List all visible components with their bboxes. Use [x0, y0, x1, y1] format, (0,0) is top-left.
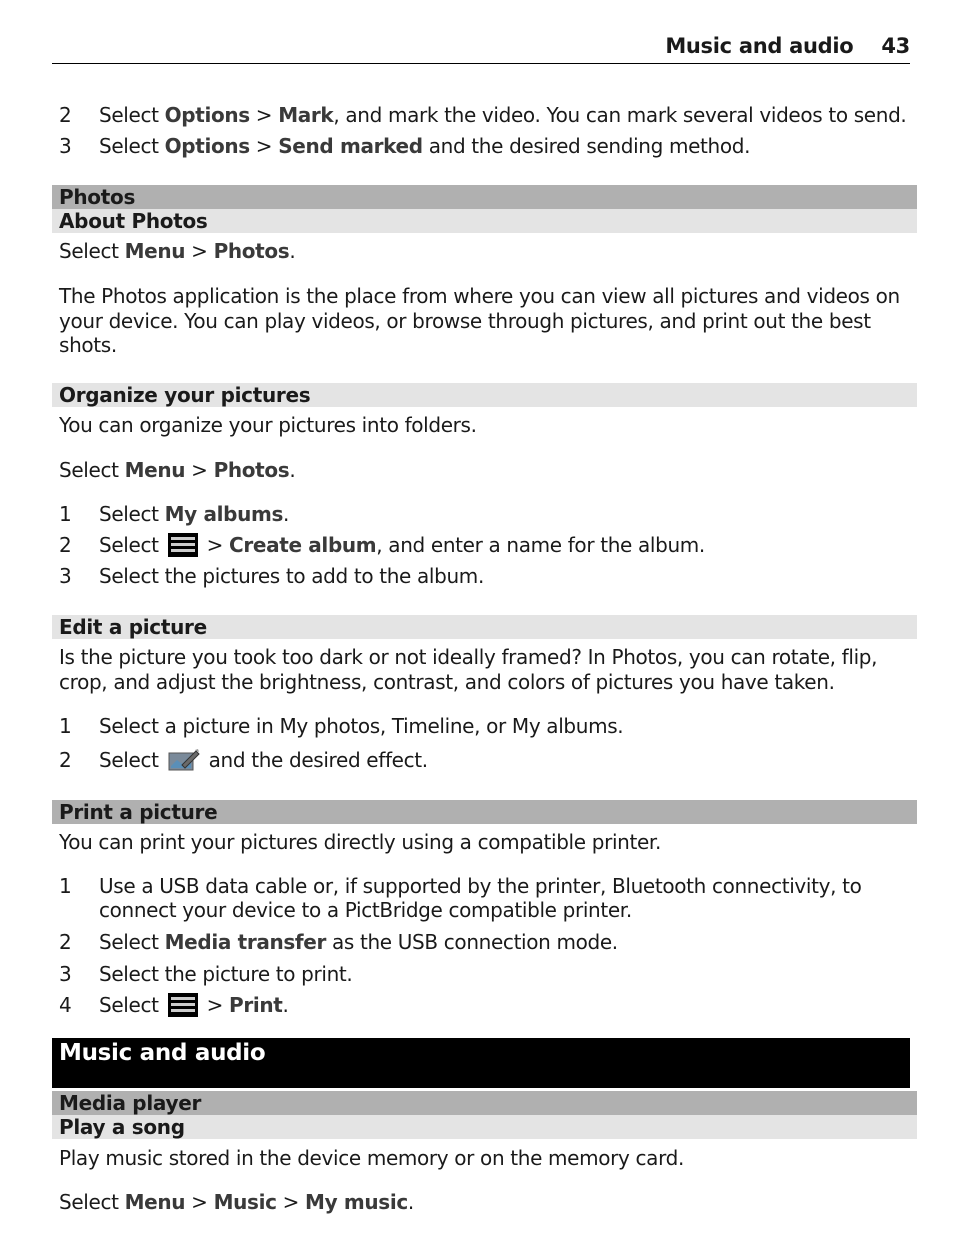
- separator: >: [185, 239, 214, 263]
- ui-term: Send marked: [278, 134, 423, 158]
- step-item: 4 Select > Print.: [52, 993, 910, 1017]
- step-number: 3: [59, 134, 72, 158]
- text: Select: [99, 134, 165, 158]
- step-number: 2: [59, 533, 72, 557]
- step-number: 2: [59, 103, 72, 127]
- step-text: Select Options > Mark, and mark the vide…: [99, 103, 910, 127]
- text: and the desired sending method.: [422, 134, 751, 158]
- subsection-heading-play-a-song: Play a song: [52, 1115, 917, 1139]
- text: .: [289, 458, 296, 482]
- header-rule: [52, 63, 910, 64]
- edit-intro: Is the picture you took too dark or not …: [59, 645, 878, 694]
- step-text: Select the pictures to add to the album.: [99, 564, 484, 588]
- separator: >: [185, 458, 214, 482]
- ui-term: My music: [305, 1190, 408, 1214]
- text: Select: [59, 458, 125, 482]
- organize-intro: You can organize your pictures into fold…: [59, 413, 477, 437]
- step-item: 2 Select Options > Mark, and mark the vi…: [52, 103, 910, 127]
- select-path: Select Menu > Photos.: [52, 458, 917, 483]
- step-item: 2 Select Media transfer as the USB conne…: [52, 930, 910, 954]
- text: .: [283, 502, 290, 526]
- page-number: 43: [881, 34, 910, 58]
- ui-term: Photos: [213, 239, 290, 263]
- running-header: Music and audio 43: [665, 34, 910, 58]
- text: Select: [99, 103, 165, 127]
- step-text: Select > Print.: [99, 993, 910, 1017]
- text: , and enter a name for the album.: [376, 533, 705, 557]
- step-number: 1: [59, 874, 72, 898]
- step-number: 3: [59, 962, 72, 986]
- step-text: Use a USB data cable or, if supported by…: [99, 874, 862, 922]
- chapter-heading-music-and-audio: Music and audio: [52, 1038, 910, 1088]
- step-number: 3: [59, 564, 72, 588]
- section-heading-media-player: Media player: [52, 1091, 917, 1115]
- text: .: [407, 1190, 414, 1214]
- step-text: Select and the desired effect.: [99, 748, 910, 772]
- separator: >: [249, 103, 279, 127]
- text: .: [289, 239, 296, 263]
- about-photos-description: The Photos application is the place from…: [59, 284, 900, 357]
- options-menu-icon: [167, 993, 198, 1017]
- step-item: 1 Select My albums.: [52, 502, 910, 526]
- step-item: 3 Select the picture to print.: [52, 962, 910, 986]
- ui-term: Options: [164, 103, 251, 127]
- text: Select: [99, 533, 165, 557]
- step-text: Select the picture to print.: [99, 962, 353, 986]
- subsection-heading-about-photos: About Photos: [52, 209, 917, 233]
- step-number: 2: [59, 748, 72, 772]
- separator: >: [249, 134, 279, 158]
- ui-term: Menu: [124, 458, 186, 482]
- text: .: [282, 993, 289, 1017]
- step-item: 1 Select a picture in My photos, Timelin…: [52, 714, 910, 738]
- text: , and mark the video. You can mark sever…: [333, 103, 907, 127]
- text: Select: [59, 1190, 125, 1214]
- step-number: 2: [59, 930, 72, 954]
- subsection-heading-organize: Organize your pictures: [52, 383, 917, 407]
- ui-term: Print: [229, 993, 283, 1017]
- step-item: 2 Select > Create album, and enter a nam…: [52, 533, 910, 557]
- text: Select: [59, 239, 125, 263]
- step-text: Select a picture in My photos, Timeline,…: [99, 714, 624, 738]
- text: Select: [99, 748, 165, 772]
- step-text: Select Media transfer as the USB connect…: [99, 930, 910, 954]
- select-path: Select Menu > Music > My music.: [52, 1190, 917, 1215]
- ui-term: My albums: [164, 502, 284, 526]
- step-text: Select > Create album, and enter a name …: [99, 533, 910, 557]
- ui-term: Mark: [278, 103, 334, 127]
- ui-term: Media transfer: [164, 930, 327, 954]
- text: Select: [99, 502, 165, 526]
- ui-term: Photos: [213, 458, 290, 482]
- separator: >: [200, 533, 230, 557]
- running-header-title: Music and audio: [665, 34, 854, 58]
- ui-term: Music: [213, 1190, 277, 1214]
- step-number: 1: [59, 714, 72, 738]
- text: and the desired effect.: [202, 748, 428, 772]
- select-path: Select Menu > Photos.: [52, 239, 917, 264]
- subsection-heading-edit: Edit a picture: [52, 615, 917, 639]
- step-number: 4: [59, 993, 72, 1017]
- options-menu-icon: [167, 533, 198, 557]
- step-text: Select My albums.: [99, 502, 910, 526]
- edit-picture-icon: [168, 749, 200, 771]
- print-intro: You can print your pictures directly usi…: [59, 830, 661, 854]
- step-item: 3 Select Options > Send marked and the d…: [52, 134, 910, 158]
- ui-term: Options: [164, 134, 251, 158]
- step-item: 1 Use a USB data cable or, if supported …: [52, 874, 910, 922]
- step-number: 1: [59, 502, 72, 526]
- play-song-intro: Play music stored in the device memory o…: [59, 1146, 684, 1170]
- step-item: 2 Select and the desired effect.: [52, 748, 910, 772]
- separator: >: [200, 993, 230, 1017]
- step-text: Select Options > Send marked and the des…: [99, 134, 910, 158]
- step-item: 3 Select the pictures to add to the albu…: [52, 564, 910, 588]
- separator: >: [185, 1190, 214, 1214]
- separator: >: [276, 1190, 306, 1214]
- text: Select: [99, 930, 165, 954]
- ui-term: Menu: [124, 1190, 186, 1214]
- section-heading-photos: Photos: [52, 185, 917, 209]
- ui-term: Create album: [229, 533, 377, 557]
- text: Select: [99, 993, 165, 1017]
- subsection-heading-print: Print a picture: [52, 800, 917, 824]
- ui-term: Menu: [124, 239, 186, 263]
- text: as the USB connection mode.: [326, 930, 618, 954]
